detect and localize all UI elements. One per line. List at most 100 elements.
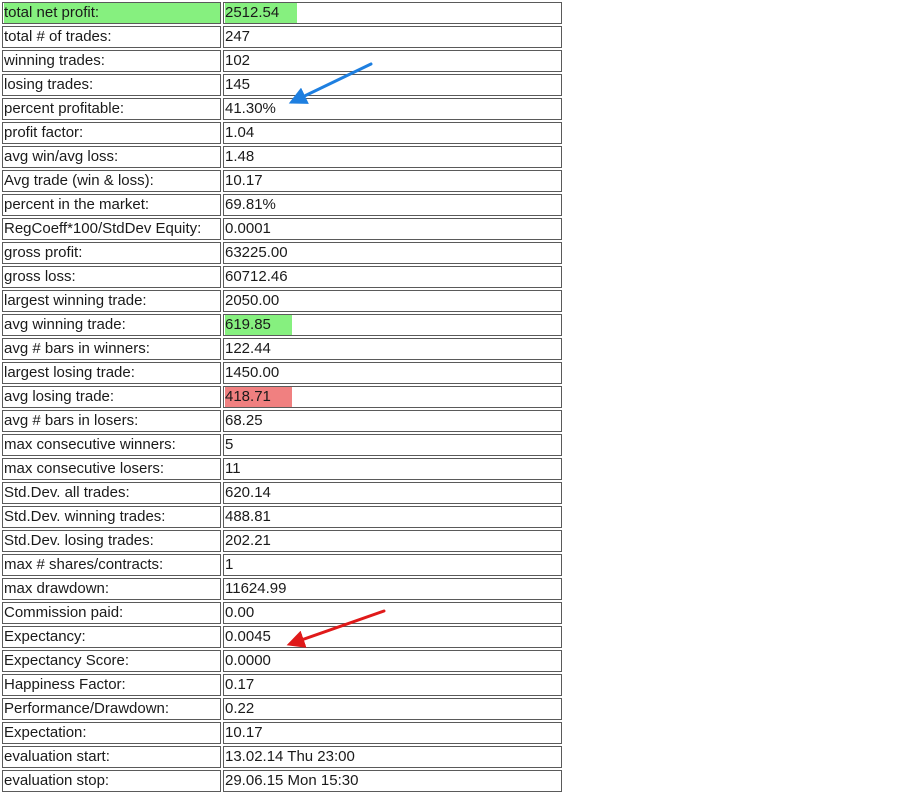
- table-row: Performance/Drawdown: 0.22: [2, 698, 562, 720]
- table-row: Std.Dev. losing trades: 202.21: [2, 530, 562, 552]
- stat-value: 10.17: [225, 172, 263, 189]
- stat-label-cell: evaluation start:: [2, 746, 221, 768]
- table-row: gross loss: 60712.46: [2, 266, 562, 288]
- stat-value-cell: 620.14: [223, 482, 562, 504]
- stat-value-cell: 0.0000: [223, 650, 562, 672]
- stat-value: 69.81%: [225, 196, 276, 213]
- stat-label: Commission paid:: [4, 604, 124, 621]
- stat-value: 0.0001: [225, 220, 271, 237]
- stat-label-cell: profit factor:: [2, 122, 221, 144]
- stat-label: Performance/Drawdown:: [4, 700, 170, 717]
- stat-label-cell: avg # bars in winners:: [2, 338, 221, 360]
- stat-value: 202.21: [225, 532, 271, 549]
- stat-label: Avg trade (win & loss):: [4, 172, 154, 189]
- stat-label-cell: max drawdown:: [2, 578, 221, 600]
- stat-value-cell: 2512.54: [223, 2, 562, 24]
- stat-value: 0.22: [225, 700, 255, 717]
- stat-value-cell: 0.22: [223, 698, 562, 720]
- stat-label-cell: Happiness Factor:: [2, 674, 221, 696]
- stat-label: Std.Dev. winning trades:: [4, 508, 166, 525]
- stat-label: avg losing trade:: [4, 388, 115, 405]
- stat-value: 122.44: [225, 340, 271, 357]
- stat-label: RegCoeff*100/StdDev Equity:: [4, 220, 202, 237]
- stat-value: 1: [225, 556, 234, 573]
- stat-label-cell: avg winning trade:: [2, 314, 221, 336]
- table-row: gross profit: 63225.00: [2, 242, 562, 264]
- table-row: Expectation: 10.17: [2, 722, 562, 744]
- table-row: avg winning trade: 619.85: [2, 314, 562, 336]
- stat-label-cell: winning trades:: [2, 50, 221, 72]
- stat-value-cell: 0.0045: [223, 626, 562, 648]
- table-row: max # shares/contracts: 1: [2, 554, 562, 576]
- stat-label-cell: gross loss:: [2, 266, 221, 288]
- stat-label: Expectation:: [4, 724, 87, 741]
- stat-value: 247: [225, 28, 251, 45]
- stat-value: 418.71: [225, 387, 292, 407]
- stat-label-cell: RegCoeff*100/StdDev Equity:: [2, 218, 221, 240]
- stat-label: max # shares/contracts:: [4, 556, 164, 573]
- stat-value-cell: 122.44: [223, 338, 562, 360]
- trading-statistics-table: total net profit: 2512.54 total # of tra…: [0, 0, 564, 794]
- table-row: avg # bars in winners: 122.44: [2, 338, 562, 360]
- table-row: max consecutive losers: 11: [2, 458, 562, 480]
- stat-label: Std.Dev. all trades:: [4, 484, 130, 501]
- stat-label-cell: Expectancy Score:: [2, 650, 221, 672]
- stat-label-cell: evaluation stop:: [2, 770, 221, 792]
- stat-value: 60712.46: [225, 268, 288, 285]
- stat-label: profit factor:: [4, 124, 84, 141]
- stat-label-cell: max consecutive winners:: [2, 434, 221, 456]
- table-row: Std.Dev. all trades: 620.14: [2, 482, 562, 504]
- stat-label-cell: total # of trades:: [2, 26, 221, 48]
- stat-value: 11: [225, 460, 241, 477]
- stat-value-cell: 145: [223, 74, 562, 96]
- stat-label: evaluation stop:: [4, 772, 110, 789]
- stat-value-cell: 41.30%: [223, 98, 562, 120]
- stat-label-cell: Std.Dev. all trades:: [2, 482, 221, 504]
- stat-value: 41.30%: [225, 100, 276, 117]
- table-row: max consecutive winners: 5: [2, 434, 562, 456]
- table-row: Std.Dev. winning trades: 488.81: [2, 506, 562, 528]
- stat-value-cell: 102: [223, 50, 562, 72]
- stat-label: Expectancy Score:: [4, 652, 130, 669]
- stat-label: total net profit:: [4, 3, 220, 23]
- stat-value: 2512.54: [225, 3, 297, 23]
- stat-value: 102: [225, 52, 251, 69]
- table-row: winning trades: 102: [2, 50, 562, 72]
- stat-value: 1.48: [225, 148, 255, 165]
- stat-value: 11624.99: [225, 580, 287, 597]
- stat-label-cell: Performance/Drawdown:: [2, 698, 221, 720]
- stat-value-cell: 60712.46: [223, 266, 562, 288]
- stat-label-cell: avg # bars in losers:: [2, 410, 221, 432]
- stat-label: evaluation start:: [4, 748, 110, 765]
- table-row: losing trades: 145: [2, 74, 562, 96]
- stat-value-cell: 202.21: [223, 530, 562, 552]
- stat-value-cell: 247: [223, 26, 562, 48]
- table-row: max drawdown: 11624.99: [2, 578, 562, 600]
- stat-value-cell: 2050.00: [223, 290, 562, 312]
- stat-label: max drawdown:: [4, 580, 110, 597]
- stat-label-cell: Avg trade (win & loss):: [2, 170, 221, 192]
- stat-value: 5: [225, 436, 234, 453]
- table-row: Happiness Factor: 0.17: [2, 674, 562, 696]
- stat-label: percent profitable:: [4, 100, 125, 117]
- stat-label: Expectancy:: [4, 628, 86, 645]
- table-row: avg # bars in losers: 68.25: [2, 410, 562, 432]
- stat-label-cell: gross profit:: [2, 242, 221, 264]
- stat-label: avg win/avg loss:: [4, 148, 119, 165]
- stat-label-cell: percent profitable:: [2, 98, 221, 120]
- stat-value-cell: 1450.00: [223, 362, 562, 384]
- stat-value-cell: 11624.99: [223, 578, 562, 600]
- table-row: largest losing trade: 1450.00: [2, 362, 562, 384]
- stat-value-cell: 1.48: [223, 146, 562, 168]
- stat-label-cell: Expectancy:: [2, 626, 221, 648]
- stat-value-cell: 1: [223, 554, 562, 576]
- stat-value: 145: [225, 76, 251, 93]
- stat-label-cell: max consecutive losers:: [2, 458, 221, 480]
- stat-label: losing trades:: [4, 76, 94, 93]
- stat-value-cell: 0.17: [223, 674, 562, 696]
- table-row: Avg trade (win & loss): 10.17: [2, 170, 562, 192]
- stat-label: Happiness Factor:: [4, 676, 126, 693]
- stat-value: 63225.00: [225, 244, 288, 261]
- stat-value-cell: 418.71: [223, 386, 562, 408]
- stat-label-cell: largest winning trade:: [2, 290, 221, 312]
